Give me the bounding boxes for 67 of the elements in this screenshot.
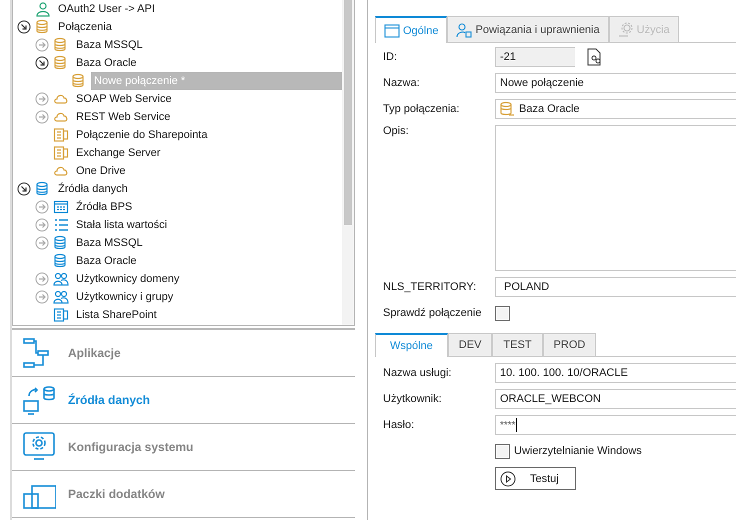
- tree-item[interactable]: Baza Oracle: [73, 252, 140, 270]
- checkbox[interactable]: [495, 306, 510, 320]
- password-field[interactable]: ****: [495, 415, 736, 435]
- field-label: Nazwa:: [383, 77, 421, 89]
- tree-item[interactable]: SOAP Web Service: [73, 90, 175, 108]
- tree-item[interactable]: Połączenie do Sharepointa: [73, 126, 210, 144]
- nav-item[interactable]: Aplikacje: [12, 330, 355, 377]
- tab[interactable]: DEV: [448, 333, 492, 356]
- name-field[interactable]: Nowe połączenie: [495, 73, 736, 93]
- collapse-icon[interactable]: [17, 182, 31, 196]
- tree-item[interactable]: Źródła BPS: [73, 198, 136, 216]
- field-label: Opis:: [383, 125, 410, 137]
- field-label: Typ połączenia:: [383, 103, 460, 115]
- tree-item[interactable]: Użytkownicy i grupy: [73, 288, 176, 306]
- description-field[interactable]: [495, 125, 736, 271]
- tree-item[interactable]: Exchange Server: [73, 144, 164, 162]
- collapse-icon[interactable]: [17, 20, 31, 34]
- connection-type-field[interactable]: Baza Oracle: [495, 99, 736, 119]
- settings-icon: [22, 431, 56, 463]
- checkbox-label: Sprawdź połączenie: [383, 307, 482, 319]
- tree-item[interactable]: Źródła danych: [55, 180, 131, 198]
- tree-item[interactable]: Połączenia: [55, 18, 115, 36]
- window-icon: [384, 22, 400, 38]
- tree-item[interactable]: One Drive: [73, 162, 129, 180]
- field-label: Nazwa usługi:: [383, 367, 452, 379]
- nls-territory-field[interactable]: POLAND: [495, 277, 736, 297]
- tree-item[interactable]: Użytkownicy domeny: [73, 270, 182, 288]
- checkbox-label: Uwierzytelnianie Windows: [514, 445, 642, 457]
- service-name-field[interactable]: 10. 100. 100. 10/ORACLE: [495, 363, 736, 383]
- nav-item[interactable]: Źródła danych: [12, 377, 355, 424]
- nav-item[interactable]: Paczki dodatków: [12, 471, 355, 518]
- expand-icon[interactable]: [35, 290, 49, 304]
- checkbox[interactable]: [495, 444, 510, 458]
- tab[interactable]: Wspólne: [375, 333, 448, 357]
- database-icon: [499, 101, 515, 117]
- database-icon: [22, 384, 56, 416]
- nav-item[interactable]: Konfiguracja systemu: [12, 424, 355, 471]
- field-label: Hasło:: [383, 419, 416, 431]
- field-label: NLS_TERRITORY:: [383, 281, 478, 293]
- scrollbar[interactable]: [342, 0, 354, 325]
- expand-icon[interactable]: [35, 92, 49, 106]
- tree-item[interactable]: Baza MSSQL: [73, 36, 146, 54]
- document-gear-icon[interactable]: [585, 48, 603, 66]
- play-icon: [500, 470, 516, 486]
- field-label: Użytkownik:: [383, 393, 443, 405]
- tab[interactable]: Powiązania i uprawnienia: [447, 16, 609, 42]
- connection-type-value: Baza Oracle: [519, 103, 580, 115]
- tree-item[interactable]: Lista SharePoint: [73, 306, 160, 324]
- collapse-icon[interactable]: [35, 56, 49, 70]
- expand-icon[interactable]: [35, 272, 49, 286]
- tree-item[interactable]: Baza MSSQL: [73, 234, 146, 252]
- expand-icon[interactable]: [35, 236, 49, 250]
- tab[interactable]: PROD: [542, 333, 596, 356]
- user-lock-icon: [456, 22, 472, 38]
- tree-item[interactable]: Stała lista wartości: [73, 216, 170, 234]
- gear-icon: [618, 22, 634, 38]
- user-field[interactable]: ORACLE_WEBCON: [495, 389, 736, 409]
- expand-icon[interactable]: [35, 218, 49, 232]
- expand-icon[interactable]: [35, 110, 49, 124]
- tree-item[interactable]: Baza Oracle: [73, 54, 140, 72]
- tab[interactable]: Ogólne: [375, 16, 448, 43]
- tree-item[interactable]: REST Web Service: [73, 108, 174, 126]
- id-field: -21: [495, 47, 575, 67]
- field-label: ID:: [383, 51, 398, 63]
- tab[interactable]: TEST: [492, 333, 543, 356]
- tree-item[interactable]: OAuth2 User -> API: [55, 0, 158, 18]
- test-button[interactable]: Testuj: [495, 467, 576, 490]
